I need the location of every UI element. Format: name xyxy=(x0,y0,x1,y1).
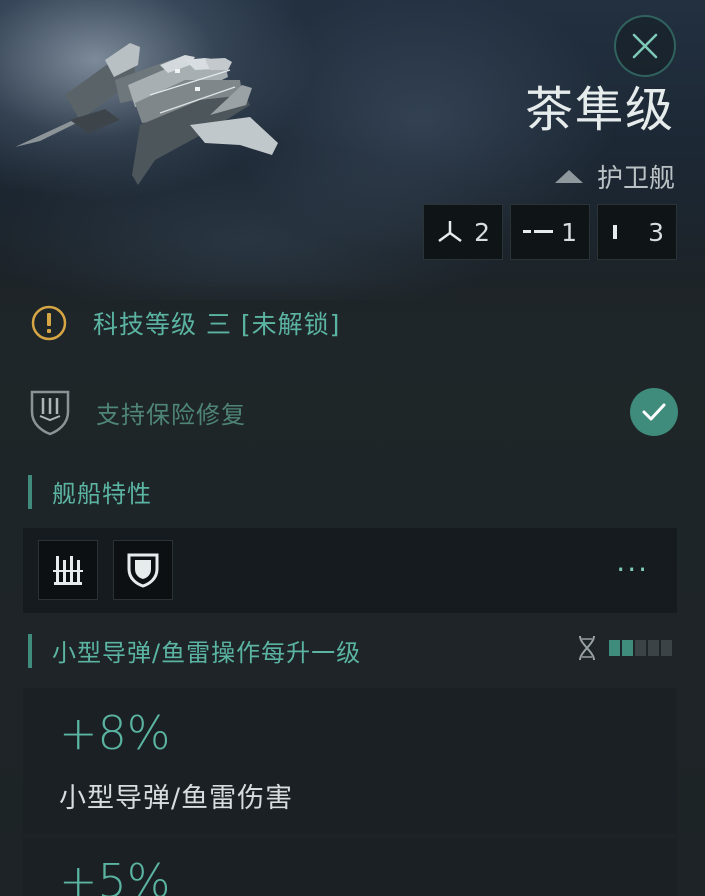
warning-icon xyxy=(31,305,67,341)
insurance-row: 支持保险修复 xyxy=(28,388,678,436)
traits-icon-row: ··· xyxy=(23,528,677,613)
shield-icon xyxy=(127,553,159,588)
high-slot-count: 2 xyxy=(474,217,490,247)
ship-class-label: 护卫舰 xyxy=(596,164,675,194)
mid-slot-icon xyxy=(523,230,553,233)
skill-pip-trained xyxy=(622,640,633,656)
skill-pip-untrained xyxy=(648,640,659,656)
insurance-shield-icon xyxy=(30,390,70,436)
low-slot-icon xyxy=(613,225,617,239)
tech-level-text: 科技等级 三 [未解锁] xyxy=(93,310,341,339)
high-slot-badge[interactable]: 2 xyxy=(423,204,503,260)
more-options-button[interactable]: ··· xyxy=(616,556,649,584)
ship-class: 护卫舰 xyxy=(554,158,675,195)
tech-level-row: 科技等级 三 [未解锁] xyxy=(30,304,340,342)
low-slot-badge[interactable]: 3 xyxy=(597,204,677,260)
slot-summary: 2 1 3 xyxy=(423,204,677,260)
insurance-check xyxy=(630,388,678,436)
trait-shield[interactable] xyxy=(113,540,173,600)
close-button[interactable] xyxy=(614,15,676,77)
bonus-card: +8% 小型导弹/鱼雷伤害 xyxy=(23,688,677,834)
skill-section-header: 小型导弹/鱼雷操作每升一级 xyxy=(28,633,361,668)
ship-image xyxy=(15,43,278,185)
traits-section-label: 舰船特性 xyxy=(52,480,152,508)
skill-section-label: 小型导弹/鱼雷操作每升一级 xyxy=(52,639,362,667)
skill-level-indicator xyxy=(577,634,672,662)
bonus-card: +5% xyxy=(23,838,677,896)
mid-slot-badge[interactable]: 1 xyxy=(510,204,590,260)
bonus-description: 小型导弹/鱼雷伤害 xyxy=(59,783,294,814)
mid-slot-count: 1 xyxy=(561,217,577,247)
close-icon xyxy=(632,33,658,59)
high-slot-icon xyxy=(438,221,462,243)
skill-pip-untrained xyxy=(635,640,646,656)
skill-level-pips xyxy=(609,640,672,656)
section-accent-bar xyxy=(28,633,32,668)
skill-pip-untrained xyxy=(661,640,672,656)
ship-name: 茶隼级 xyxy=(524,82,675,138)
trait-missile-launchers[interactable] xyxy=(38,540,98,600)
checkmark-icon xyxy=(642,403,666,421)
frigate-triangle-icon xyxy=(554,170,583,183)
low-slot-count: 3 xyxy=(648,217,664,247)
skill-pip-trained xyxy=(609,640,620,656)
insurance-text: 支持保险修复 xyxy=(96,400,246,429)
bonus-value: +5% xyxy=(59,854,171,896)
traits-section-header: 舰船特性 xyxy=(28,474,152,509)
missile-launchers-icon xyxy=(53,556,83,585)
dna-helix-icon xyxy=(579,635,595,661)
section-accent-bar xyxy=(28,474,32,509)
bonus-value: +8% xyxy=(59,706,171,760)
